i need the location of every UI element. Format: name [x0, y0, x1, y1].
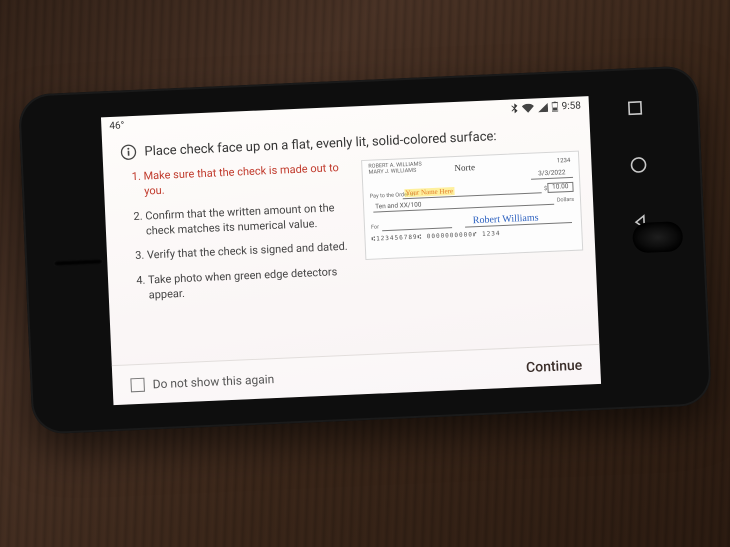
steps-list: Make sure that the check is made out to … — [123, 161, 357, 315]
do-not-show-checkbox[interactable] — [130, 377, 145, 392]
android-nav-buttons — [627, 100, 651, 231]
step-2: Confirm that the written amount on the c… — [145, 200, 354, 239]
status-icons: 9:58 — [510, 100, 581, 114]
check-number: 1234 — [557, 157, 571, 165]
bezel-left — [18, 91, 115, 434]
app-screen: 46° 9:58 Place check face up on a flat, … — [101, 96, 601, 405]
do-not-show-row[interactable]: Do not show this again — [130, 372, 274, 392]
check-dollars-label: Dollars — [557, 197, 574, 204]
check-amount-numeric: 10.00 — [547, 182, 574, 193]
info-icon — [120, 144, 137, 161]
status-time: 9:58 — [561, 100, 581, 112]
footer-bar: Do not show this again Continue — [112, 344, 601, 405]
step-3: Verify that the check is signed and date… — [147, 240, 355, 264]
check-signature: Robert Williams — [473, 212, 539, 227]
check-payto-name: Your Name Here — [404, 187, 454, 197]
check-illustration: ROBERT A. WILLIAMS MARY J. WILLIAMS Nort… — [361, 151, 583, 260]
check-payto-label: Pay to the Order of — [370, 193, 400, 201]
instruction-text: Place check face up on a flat, evenly li… — [144, 129, 497, 159]
speaker-grille — [53, 258, 103, 266]
physical-home-button[interactable] — [632, 221, 683, 253]
step-4: Take photo when green edge detectors app… — [148, 265, 357, 304]
continue-button[interactable]: Continue — [526, 357, 583, 375]
battery-icon — [551, 101, 557, 111]
home-soft-icon[interactable] — [629, 156, 648, 175]
content-area: Make sure that the check is made out to … — [103, 150, 597, 315]
do-not-show-label: Do not show this again — [152, 372, 274, 391]
bezel-right — [587, 65, 712, 409]
check-date: 3/3/2022 — [531, 169, 573, 180]
bluetooth-icon — [510, 103, 517, 113]
check-bank-name: Norte — [454, 162, 475, 174]
check-for-label: For — [371, 225, 379, 232]
phone-device: 46° 9:58 Place check face up on a flat, … — [18, 65, 712, 434]
recent-apps-icon[interactable] — [627, 100, 644, 117]
status-temperature: 46° — [109, 120, 124, 132]
check-amount-written: Ten and XX/100 — [375, 201, 422, 211]
signal-icon — [537, 102, 547, 111]
wifi-icon — [521, 103, 533, 113]
